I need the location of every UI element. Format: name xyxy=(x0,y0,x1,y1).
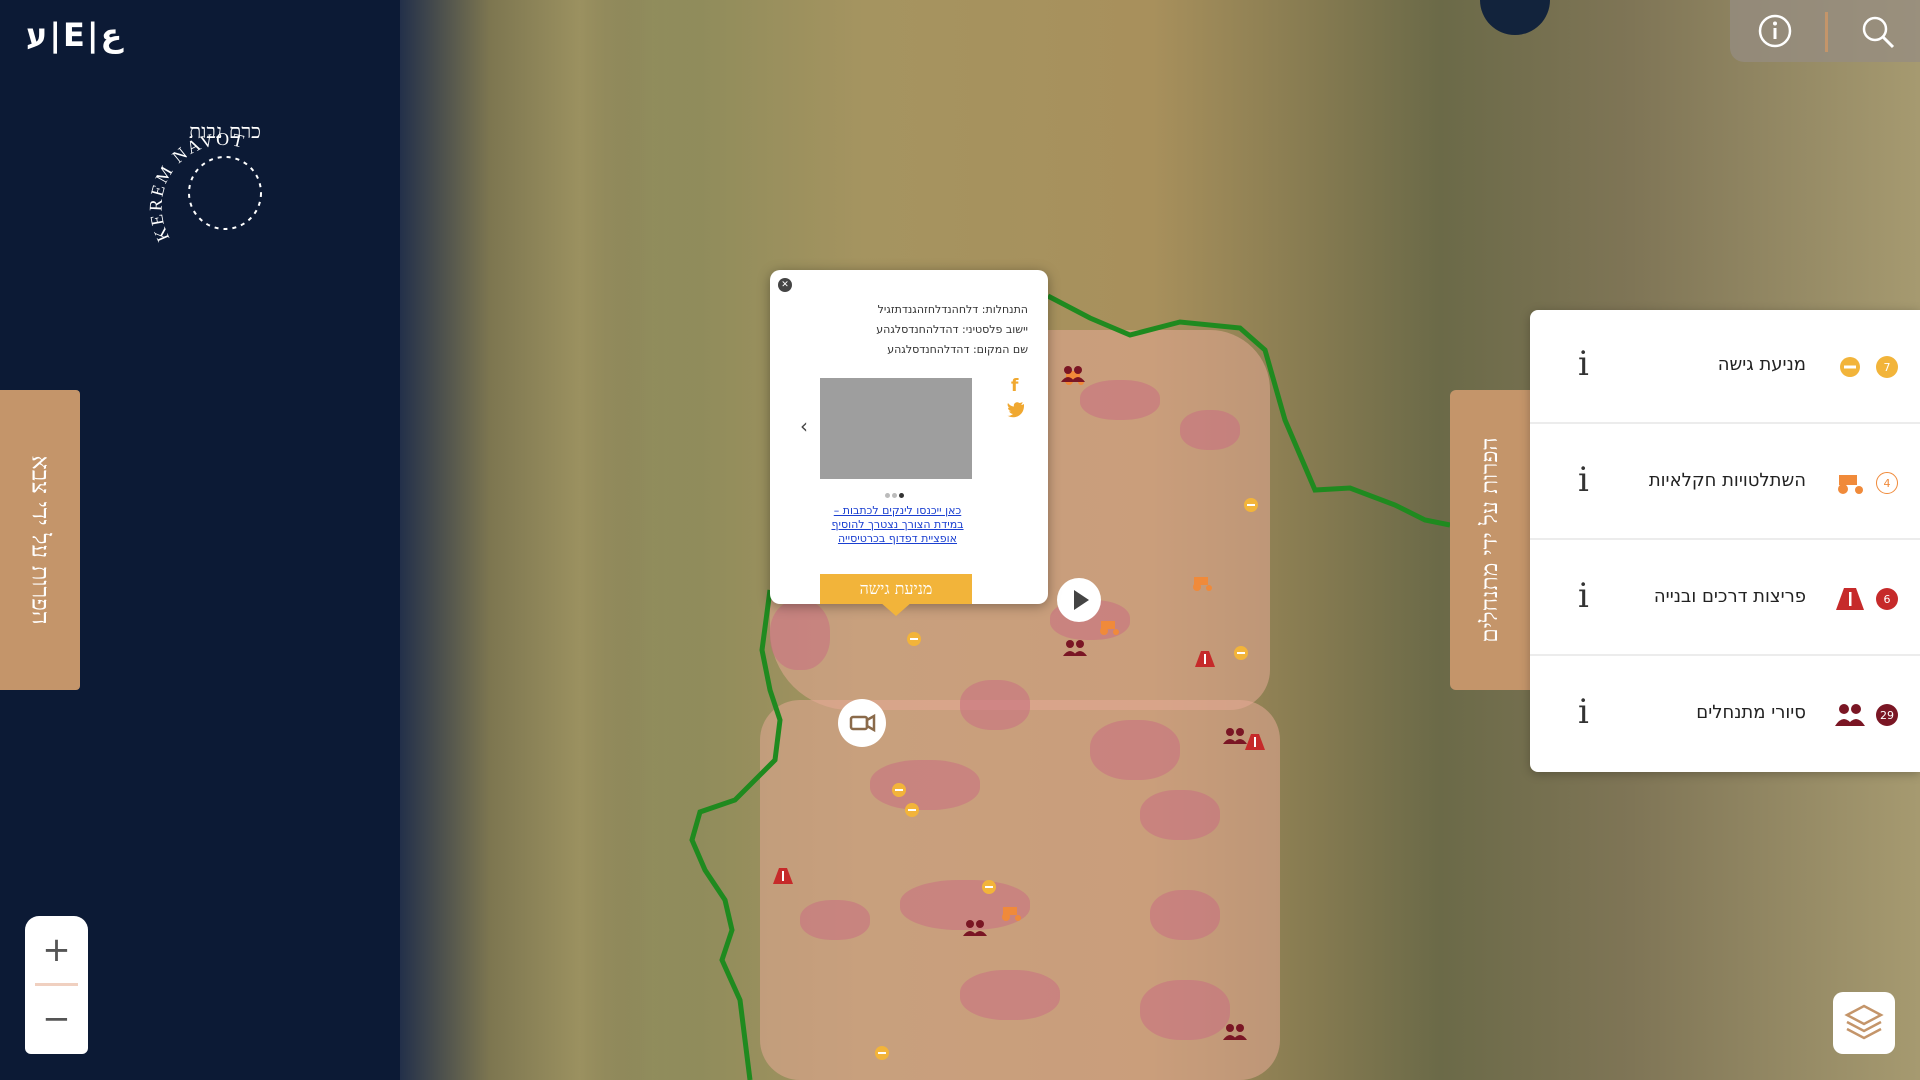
no-entry-icon[interactable] xyxy=(981,879,997,895)
legend-item-agricultural-takeovers[interactable]: 4 השתלטויות חקלאיות i xyxy=(1530,426,1920,540)
road-icon xyxy=(1836,588,1864,610)
facebook-icon[interactable]: f xyxy=(1011,376,1018,396)
info-button[interactable]: i xyxy=(1578,692,1589,732)
no-entry-icon[interactable] xyxy=(891,782,907,798)
people-icon[interactable] xyxy=(1061,366,1085,382)
info-button[interactable]: i xyxy=(1578,460,1589,500)
legend-item-roads-construction[interactable]: 6 פריצות דרכים ובנייה i xyxy=(1530,542,1920,656)
no-entry-icon[interactable] xyxy=(874,1045,890,1061)
play-video-button[interactable] xyxy=(1057,578,1101,622)
road-icon[interactable] xyxy=(1245,734,1265,750)
tractor-icon[interactable] xyxy=(999,904,1025,922)
article-link[interactable]: כאן ייכנסו לינקים לכתבות – במידת הצורך נ… xyxy=(820,504,975,546)
army-violations-tab[interactable]: הפרות על ידי צבא xyxy=(0,390,80,690)
legend-label: מניעת גישה xyxy=(1717,354,1806,375)
legend-label: סיורי מתנחלים xyxy=(1696,702,1806,723)
info-button[interactable]: i xyxy=(1578,576,1589,616)
people-icon[interactable] xyxy=(1223,1024,1247,1040)
settler-violations-tab[interactable]: הפרות על ידי מתנחלים xyxy=(1450,390,1530,690)
info-button[interactable]: i xyxy=(1578,344,1589,384)
logo-org-name-he: כרם נבות xyxy=(189,119,261,143)
road-icon[interactable] xyxy=(1195,651,1215,667)
video-marker[interactable] xyxy=(838,699,886,747)
close-icon[interactable]: ✕ xyxy=(778,278,792,292)
legend-item-access-denial[interactable]: 7 מניעת גישה i xyxy=(1530,310,1920,424)
language-switcher[interactable]: ע|E|ع xyxy=(26,16,122,54)
no-entry-icon[interactable] xyxy=(906,631,922,647)
settlement-line: התנחלות: דלחהנדלחזהגנדתזגיל xyxy=(877,303,1028,316)
carousel-dots[interactable] xyxy=(884,483,905,502)
layers-button[interactable] xyxy=(1833,992,1895,1054)
no-entry-icon[interactable] xyxy=(904,802,920,818)
people-icon[interactable] xyxy=(1063,640,1087,656)
no-entry-icon[interactable] xyxy=(1233,645,1249,661)
tractor-icon xyxy=(1838,475,1863,494)
video-camera-icon xyxy=(849,713,876,733)
legend-panel: 7 מניעת גישה i 4 השתלטויות חקלאיות i 6 פ… xyxy=(1530,310,1920,772)
divider xyxy=(1825,12,1828,52)
incident-popup: ✕ התנחלות: דלחהנדלחזהגנדתזגיל יישוב פלסט… xyxy=(770,270,1048,616)
zoom-divider xyxy=(35,983,78,986)
popup-pointer xyxy=(880,602,912,616)
no-entry-icon xyxy=(1840,357,1860,377)
road-icon[interactable] xyxy=(773,868,793,884)
zoom-in-button[interactable]: + xyxy=(25,920,88,980)
people-icon[interactable] xyxy=(963,920,987,936)
legend-label: פריצות דרכים ובנייה xyxy=(1653,586,1806,607)
count-badge: 4 xyxy=(1876,472,1898,494)
settler-violations-label: הפרות על ידי מתנחלים xyxy=(1477,437,1503,643)
popup-details: התנחלות: דלחהנדלחזהגנדתזגיל יישוב פלסטינ… xyxy=(788,300,1028,360)
army-violations-label: הפרות על ידי צבא xyxy=(26,455,55,625)
count-badge: 7 xyxy=(1876,356,1898,378)
category-label: מניעת גישה xyxy=(820,574,972,604)
kerem-navot-logo: KEREM NAVOT כרם נבות xyxy=(145,119,262,245)
media-placeholder[interactable] xyxy=(820,378,972,479)
tractor-icon[interactable] xyxy=(1190,574,1216,592)
chevron-left-icon[interactable]: ‹ xyxy=(800,414,808,438)
no-entry-icon[interactable] xyxy=(1243,497,1259,513)
palestinian-village-line: יישוב פלסטיני: דהדלהחנדסלגהע xyxy=(876,323,1028,336)
zoom-out-button[interactable]: − xyxy=(25,989,88,1049)
legend-label: השתלטויות חקלאיות xyxy=(1648,470,1806,491)
zoom-control: + − xyxy=(25,916,88,1054)
people-icon[interactable] xyxy=(1223,728,1247,744)
legend-item-settler-patrols[interactable]: 29 סיורי מתנחלים i xyxy=(1530,658,1920,772)
people-icon xyxy=(1835,704,1865,726)
count-badge: 6 xyxy=(1876,588,1898,610)
top-bar xyxy=(1730,0,1920,62)
info-icon[interactable] xyxy=(1758,14,1792,48)
count-badge: 29 xyxy=(1876,704,1898,726)
place-name-line: שם המקום: דהדלהחנדסלגהע xyxy=(887,343,1028,356)
search-icon[interactable] xyxy=(1860,14,1896,50)
twitter-icon[interactable] xyxy=(1007,400,1025,418)
play-icon xyxy=(1074,590,1089,610)
layers-icon xyxy=(1844,1004,1884,1040)
